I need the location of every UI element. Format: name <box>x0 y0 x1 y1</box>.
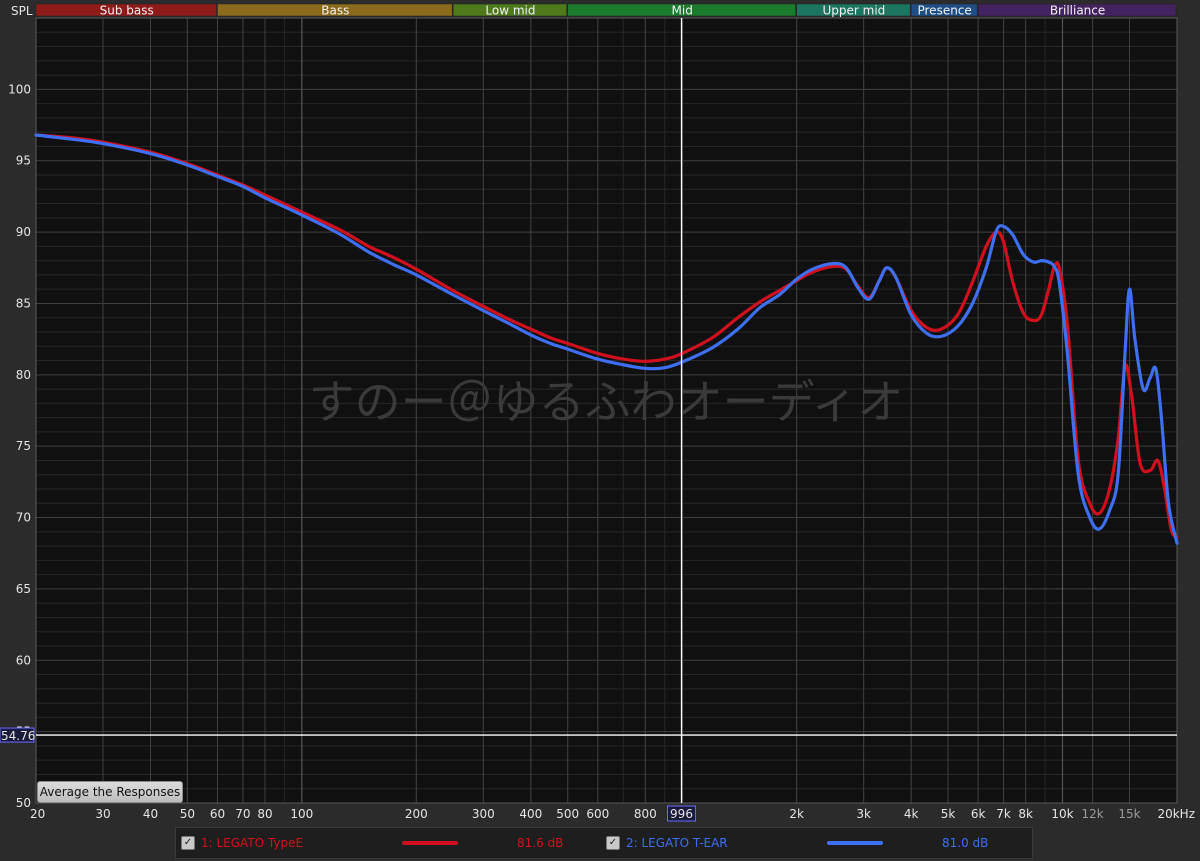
x-tick-label: 5k <box>941 807 956 821</box>
y-tick-label: 90 <box>16 225 31 239</box>
x-tick-label: 400 <box>519 807 542 821</box>
y-tick-label: 50 <box>16 796 31 810</box>
legend-entry-series-2: ✓ 2: LEGATO T-EAR <box>606 828 728 858</box>
band-label: Presence <box>917 4 971 18</box>
x-tick-label: 80 <box>257 807 272 821</box>
band-label: Upper mid <box>823 4 886 18</box>
x-tick-label: 50 <box>180 807 195 821</box>
series-2-swatch <box>827 841 883 845</box>
x-tick-label: 70 <box>235 807 250 821</box>
x-tick-label: 7k <box>996 807 1011 821</box>
series-1-level: 81.6 dB <box>517 836 564 850</box>
frequency-response-chart: 5055606570758085909510020304050607080100… <box>0 4 1195 822</box>
band-label: Brilliance <box>1050 4 1105 18</box>
x-tick-label: 10k <box>1051 807 1073 821</box>
average-responses-button[interactable]: Average the Responses <box>37 781 183 803</box>
band-label: Mid <box>672 4 693 18</box>
x-tick-label: 3k <box>856 807 871 821</box>
x-tick-label: 2k <box>789 807 804 821</box>
series-1-checkbox[interactable]: ✓ <box>181 836 195 850</box>
series-2-name: 2: LEGATO T-EAR <box>626 836 728 850</box>
x-tick-label: 40 <box>143 807 158 821</box>
y-tick-label: 95 <box>16 154 31 168</box>
legend-bar: ✓ 1: LEGATO TypeE 81.6 dB ✓ 2: LEGATO T-… <box>175 827 1033 859</box>
band-label: Bass <box>321 4 349 18</box>
watermark-text: すのー＠ゆるふわオーディオ <box>309 375 904 429</box>
series-2-level: 81.0 dB <box>942 836 989 850</box>
series-1-name: 1: LEGATO TypeE <box>201 836 304 850</box>
x-tick-label: 20kHz <box>1157 807 1195 821</box>
series-2-checkbox[interactable]: ✓ <box>606 836 620 850</box>
x-tick-label: 60 <box>210 807 225 821</box>
legend-entry-series-1: ✓ 1: LEGATO TypeE <box>181 828 303 858</box>
x-tick-label: 8k <box>1018 807 1033 821</box>
x-tick-label: 4k <box>904 807 919 821</box>
x-tick-label: 300 <box>472 807 495 821</box>
x-tick-label: 600 <box>586 807 609 821</box>
x-tick-label: 800 <box>634 807 657 821</box>
band-label: Sub bass <box>100 4 154 18</box>
band-label: Low mid <box>485 4 535 18</box>
x-tick-label: 30 <box>95 807 110 821</box>
x-tick-label: 12k <box>1082 807 1104 821</box>
cursor-level-readout: 54.76 <box>1 729 35 743</box>
cursor-frequency-readout: 996 <box>670 807 693 821</box>
y-tick-label: 100 <box>8 82 31 96</box>
y-tick-label: 80 <box>16 368 31 382</box>
y-axis-label: SPL <box>11 4 33 18</box>
y-tick-label: 70 <box>16 511 31 525</box>
x-tick-label: 200 <box>405 807 428 821</box>
x-tick-label: 15k <box>1118 807 1140 821</box>
y-tick-label: 85 <box>16 296 31 310</box>
series-1-swatch <box>402 841 458 845</box>
y-tick-label: 60 <box>16 653 31 667</box>
y-tick-label: 75 <box>16 439 31 453</box>
x-tick-label: 20 <box>30 807 45 821</box>
x-tick-label: 6k <box>971 807 986 821</box>
x-tick-label: 100 <box>290 807 313 821</box>
y-tick-label: 65 <box>16 582 31 596</box>
x-tick-label: 500 <box>556 807 579 821</box>
